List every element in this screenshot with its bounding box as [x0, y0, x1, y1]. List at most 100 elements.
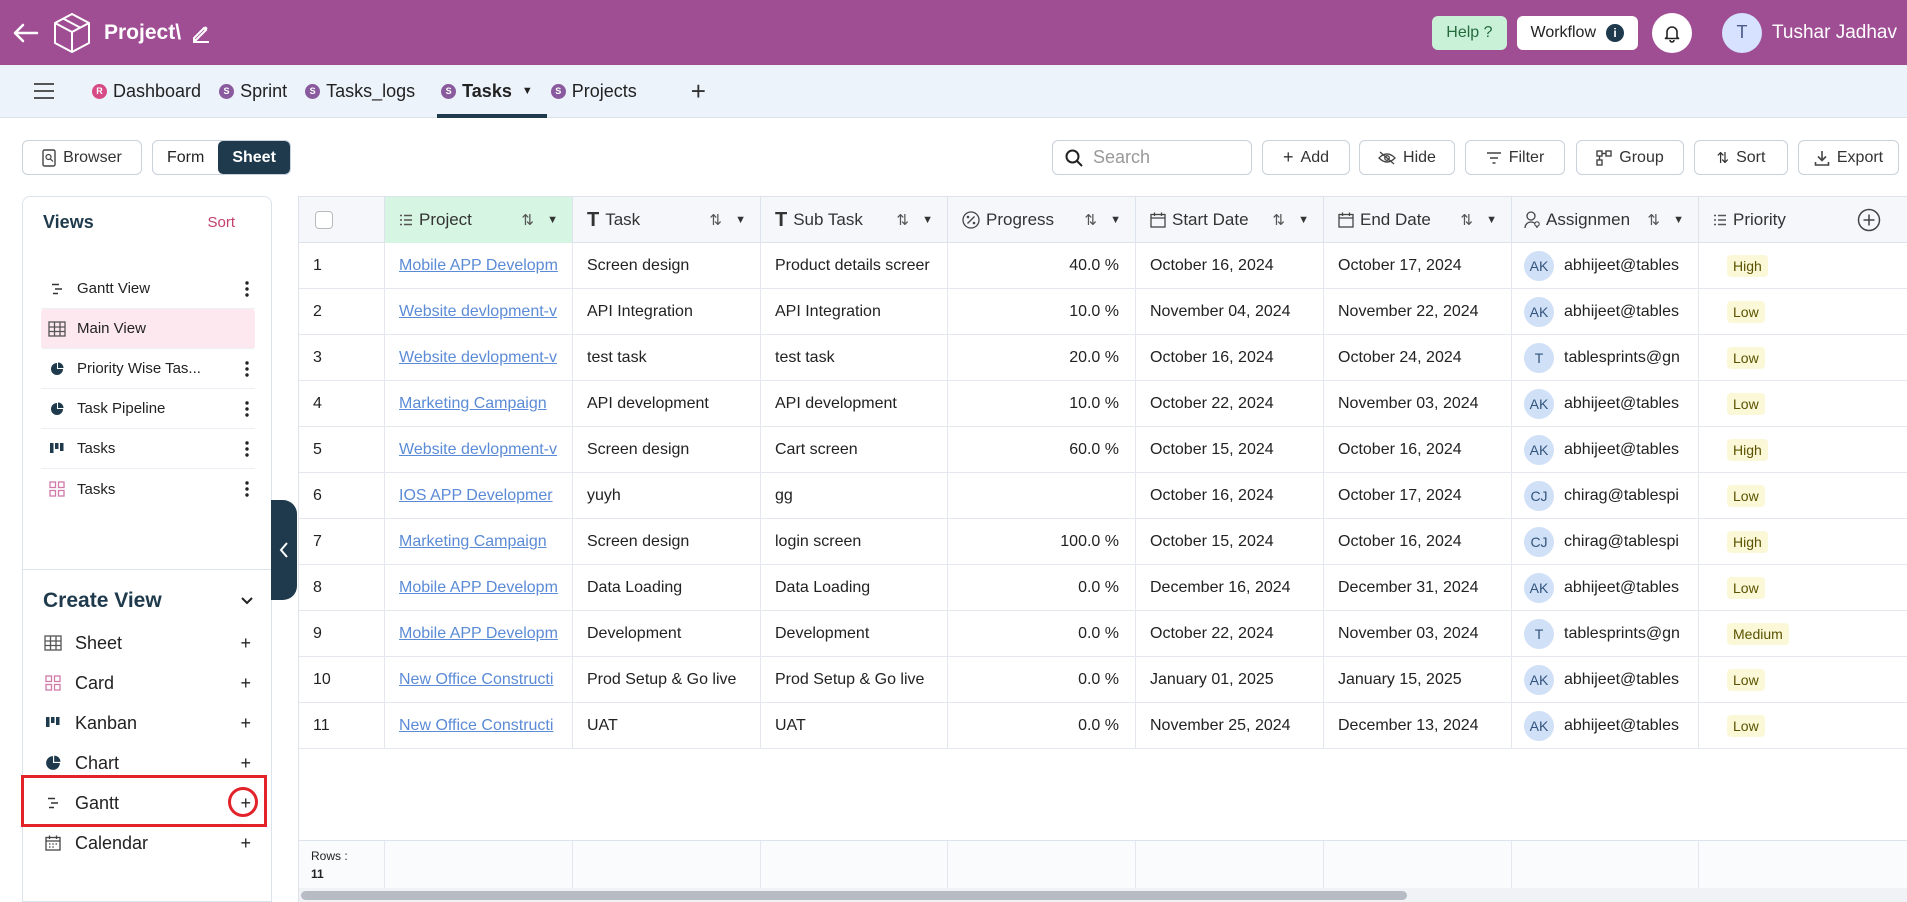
chevron-down-icon[interactable]: ▼	[1486, 197, 1497, 243]
create-view-header[interactable]: Create View	[43, 581, 253, 621]
cell-project[interactable]: Website devlopment-v	[385, 289, 573, 335]
view-item-tasks-card[interactable]: Tasks	[41, 469, 255, 509]
row-number[interactable]: 7	[299, 519, 385, 565]
chevron-down-icon[interactable]: ▼	[735, 197, 746, 243]
cell-sub-task[interactable]: Development	[761, 611, 948, 657]
column-header-assignment[interactable]: Assignmen ⇅ ▼	[1512, 197, 1699, 243]
cell-progress[interactable]	[948, 473, 1136, 519]
column-header-project[interactable]: Project ⇅ ▼	[385, 197, 573, 243]
hide-button[interactable]: Hide	[1359, 140, 1455, 175]
table-row[interactable]: 7 Marketing Campaign Screen design login sc…	[299, 519, 1907, 565]
chevron-down-icon[interactable]: ▼	[922, 197, 933, 243]
sort-icon[interactable]: ⇅	[896, 197, 909, 243]
cell-progress[interactable]: 0.0 %	[948, 611, 1136, 657]
cell-task[interactable]: Data Loading	[573, 565, 761, 611]
chevron-down-icon[interactable]: ▼	[1298, 197, 1309, 243]
table-row[interactable]: 2 Website devlopment-v API Integration API …	[299, 289, 1907, 335]
edit-pencil-icon[interactable]	[191, 23, 211, 43]
table-row[interactable]: 4 Marketing Campaign API development API de…	[299, 381, 1907, 427]
cell-end-date[interactable]: November 03, 2024	[1324, 611, 1512, 657]
create-view-sheet[interactable]: Sheet +	[23, 623, 271, 663]
workflow-button[interactable]: Workflow i	[1516, 15, 1639, 50]
cell-start-date[interactable]: October 16, 2024	[1136, 473, 1324, 519]
cell-priority[interactable]: Low	[1699, 703, 1907, 749]
tab-sprint[interactable]: S Sprint	[215, 65, 301, 118]
row-number[interactable]: 10	[299, 657, 385, 703]
cell-task[interactable]: Screen design	[573, 519, 761, 565]
cell-task[interactable]: UAT	[573, 703, 761, 749]
cell-progress[interactable]: 10.0 %	[948, 381, 1136, 427]
cell-end-date[interactable]: October 24, 2024	[1324, 335, 1512, 381]
add-column-icon[interactable]	[1854, 205, 1884, 235]
cell-sub-task[interactable]: API development	[761, 381, 948, 427]
cell-end-date[interactable]: October 16, 2024	[1324, 427, 1512, 473]
row-number[interactable]: 2	[299, 289, 385, 335]
plus-icon[interactable]: +	[240, 823, 251, 863]
sort-icon[interactable]: ⇅	[1460, 197, 1473, 243]
cell-priority[interactable]: Medium	[1699, 611, 1907, 657]
cell-start-date[interactable]: January 01, 2025	[1136, 657, 1324, 703]
row-number[interactable]: 8	[299, 565, 385, 611]
table-row[interactable]: 9 Mobile APP Developm Development Developme…	[299, 611, 1907, 657]
cell-assignment[interactable]: AK abhijeet@tables	[1512, 565, 1699, 611]
cell-assignment[interactable]: AK abhijeet@tables	[1512, 381, 1699, 427]
cell-priority[interactable]: Low	[1699, 381, 1907, 427]
cell-assignment[interactable]: AK abhijeet@tables	[1512, 427, 1699, 473]
cell-end-date[interactable]: December 13, 2024	[1324, 703, 1512, 749]
plus-icon[interactable]: +	[240, 703, 251, 743]
cell-sub-task[interactable]: gg	[761, 473, 948, 519]
create-view-kanban[interactable]: Kanban +	[23, 703, 271, 743]
row-number[interactable]: 1	[299, 243, 385, 289]
cell-task[interactable]: Screen design	[573, 243, 761, 289]
cell-priority[interactable]: High	[1699, 243, 1907, 289]
cell-priority[interactable]: Low	[1699, 335, 1907, 381]
tab-tasks[interactable]: S Tasks ▼	[437, 65, 547, 118]
browser-button[interactable]: Browser	[22, 140, 142, 175]
view-item-priority-wise[interactable]: Priority Wise Tas...	[41, 349, 255, 389]
scrollbar-thumb[interactable]	[301, 891, 1407, 900]
plus-icon[interactable]: +	[240, 663, 251, 703]
cell-progress[interactable]: 0.0 %	[948, 703, 1136, 749]
sort-icon[interactable]: ⇅	[1084, 197, 1097, 243]
table-row[interactable]: 8 Mobile APP Developm Data Loading Data Loa…	[299, 565, 1907, 611]
row-number[interactable]: 3	[299, 335, 385, 381]
column-header-task[interactable]: T Task ⇅ ▼	[573, 197, 761, 243]
cell-end-date[interactable]: November 22, 2024	[1324, 289, 1512, 335]
cell-end-date[interactable]: October 16, 2024	[1324, 519, 1512, 565]
row-number[interactable]: 5	[299, 427, 385, 473]
group-button[interactable]: Group	[1576, 140, 1684, 175]
cell-assignment[interactable]: Ttablesprints@gn	[1512, 335, 1699, 381]
cell-assignment[interactable]: Ttablesprints@gn	[1512, 611, 1699, 657]
cell-sub-task[interactable]: UAT	[761, 703, 948, 749]
cell-end-date[interactable]: January 15, 2025	[1324, 657, 1512, 703]
view-item-main-view[interactable]: Main View	[41, 309, 255, 349]
back-arrow-icon[interactable]	[4, 11, 48, 55]
cell-assignment[interactable]: CJ chirag@tablespi	[1512, 473, 1699, 519]
cell-sub-task[interactable]: test task	[761, 335, 948, 381]
cell-assignment[interactable]: CJ chirag@tablespi	[1512, 519, 1699, 565]
cell-start-date[interactable]: October 16, 2024	[1136, 243, 1324, 289]
column-header-end-date[interactable]: End Date ⇅ ▼	[1324, 197, 1512, 243]
tab-dashboard[interactable]: R Dashboard	[88, 65, 215, 118]
column-header-progress[interactable]: Progress ⇅ ▼	[948, 197, 1136, 243]
cell-start-date[interactable]: October 15, 2024	[1136, 519, 1324, 565]
table-row[interactable]: 10 New Office Constructi Prod Setup & Go l…	[299, 657, 1907, 703]
form-toggle[interactable]: Form	[153, 141, 218, 174]
cell-start-date[interactable]: October 22, 2024	[1136, 381, 1324, 427]
cell-progress[interactable]: 0.0 %	[948, 565, 1136, 611]
cell-priority[interactable]: Low	[1699, 289, 1907, 335]
sort-button[interactable]: ⇅ Sort	[1694, 140, 1788, 175]
table-row[interactable]: 3 Website devlopment-v test task test task 2…	[299, 335, 1907, 381]
cell-assignment[interactable]: AK abhijeet@tables	[1512, 703, 1699, 749]
cell-priority[interactable]: High	[1699, 427, 1907, 473]
plus-icon[interactable]: +	[240, 623, 251, 663]
row-number[interactable]: 9	[299, 611, 385, 657]
sort-icon[interactable]: ⇅	[1272, 197, 1285, 243]
cell-project[interactable]: New Office Constructi	[385, 657, 573, 703]
horizontal-scrollbar[interactable]	[299, 888, 1907, 902]
cell-start-date[interactable]: October 16, 2024	[1136, 335, 1324, 381]
export-button[interactable]: Export	[1798, 140, 1899, 175]
chevron-down-icon[interactable]: ▼	[1673, 197, 1684, 243]
filter-button[interactable]: Filter	[1465, 140, 1565, 175]
cell-progress[interactable]: 40.0 %	[948, 243, 1136, 289]
